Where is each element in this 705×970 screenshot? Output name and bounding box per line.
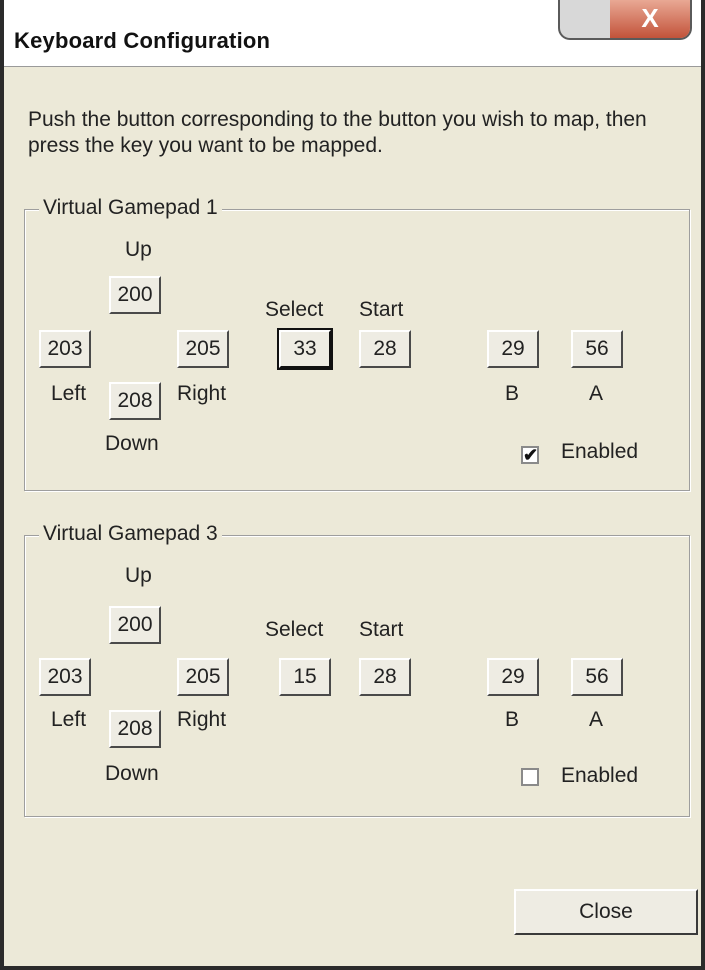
gamepad-group-3: Virtual Gamepad 3 Up 200 Select Start 20… bbox=[24, 522, 690, 817]
down-key-button[interactable]: 208 bbox=[109, 710, 161, 748]
b-key-button[interactable]: 29 bbox=[487, 330, 539, 368]
dialog-body: Push the button corresponding to the but… bbox=[4, 66, 701, 966]
right-key-button[interactable]: 205 bbox=[177, 658, 229, 696]
a-key-button[interactable]: 56 bbox=[571, 658, 623, 696]
up-key-button[interactable]: 200 bbox=[109, 276, 161, 314]
left-key-button[interactable]: 203 bbox=[39, 330, 91, 368]
instructions-text: Push the button corresponding to the but… bbox=[28, 108, 647, 157]
select-key-button[interactable]: 15 bbox=[279, 658, 331, 696]
down-key-button[interactable]: 208 bbox=[109, 382, 161, 420]
left-key-button[interactable]: 203 bbox=[39, 658, 91, 696]
b-label: B bbox=[505, 382, 520, 405]
down-label: Down bbox=[105, 432, 159, 455]
start-label: Start bbox=[359, 298, 404, 321]
keyboard-configuration-dialog: Keyboard Configuration X Push the button… bbox=[0, 0, 705, 970]
enabled-label: Enabled bbox=[561, 440, 639, 463]
gamepad-legend: Virtual Gamepad 1 bbox=[39, 196, 222, 220]
a-label: A bbox=[589, 382, 604, 405]
select-key-button[interactable]: 33 bbox=[277, 328, 333, 370]
title-bar: Keyboard Configuration X bbox=[4, 0, 701, 66]
gamepad-legend: Virtual Gamepad 3 bbox=[39, 522, 222, 546]
start-label: Start bbox=[359, 618, 404, 641]
b-key-button[interactable]: 29 bbox=[487, 658, 539, 696]
select-label: Select bbox=[265, 618, 324, 641]
enabled-checkbox[interactable] bbox=[521, 768, 539, 786]
enabled-checkbox[interactable]: ✔ bbox=[521, 446, 539, 464]
up-label: Up bbox=[125, 564, 152, 587]
left-label: Left bbox=[51, 382, 87, 405]
title-close-button[interactable]: X bbox=[558, 0, 692, 40]
a-key-button[interactable]: 56 bbox=[571, 330, 623, 368]
a-label: A bbox=[589, 708, 604, 731]
down-label: Down bbox=[105, 762, 159, 785]
window-title: Keyboard Configuration bbox=[14, 28, 271, 53]
right-label: Right bbox=[177, 708, 227, 731]
left-label: Left bbox=[51, 708, 87, 731]
close-button[interactable]: Close bbox=[514, 889, 698, 935]
start-key-button[interactable]: 28 bbox=[359, 658, 411, 696]
right-label: Right bbox=[177, 382, 227, 405]
select-label: Select bbox=[265, 298, 324, 321]
gamepad-group-1: Virtual Gamepad 1 Up 200 Select Start 20… bbox=[24, 196, 690, 491]
right-key-button[interactable]: 205 bbox=[177, 330, 229, 368]
enabled-label: Enabled bbox=[561, 764, 639, 787]
check-icon: ✔ bbox=[523, 445, 539, 465]
start-key-button[interactable]: 28 bbox=[359, 330, 411, 368]
close-icon[interactable]: X bbox=[610, 0, 690, 38]
up-label: Up bbox=[125, 238, 152, 261]
up-key-button[interactable]: 200 bbox=[109, 606, 161, 644]
b-label: B bbox=[505, 708, 520, 731]
